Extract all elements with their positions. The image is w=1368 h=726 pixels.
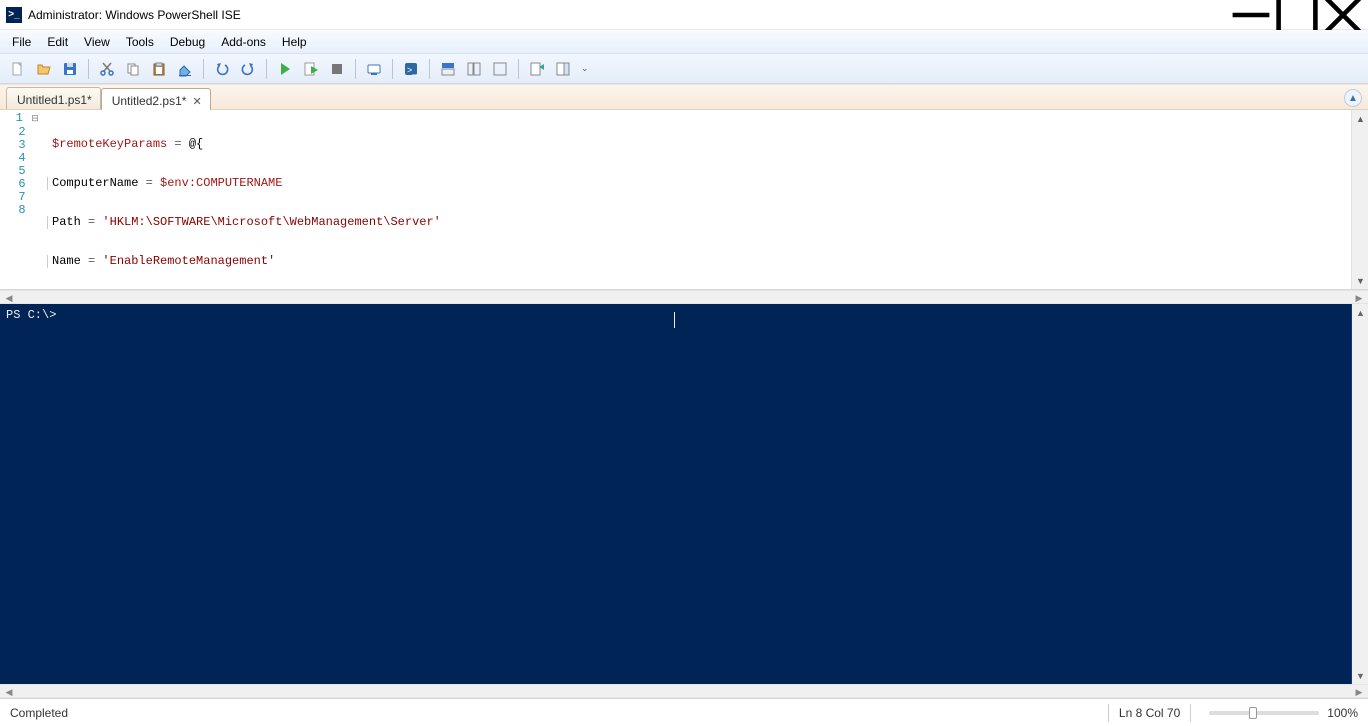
- zoom-level: 100%: [1327, 706, 1358, 720]
- text-cursor-icon: [674, 312, 675, 328]
- scroll-up-icon[interactable]: ▲: [1352, 304, 1368, 321]
- close-tab-icon[interactable]: ✕: [192, 95, 201, 108]
- expand-script-pane-button[interactable]: ▲: [1344, 89, 1362, 107]
- tab-label: Untitled1.ps1*: [17, 93, 92, 107]
- clear-button[interactable]: [173, 57, 197, 81]
- scroll-up-icon[interactable]: ▲: [1352, 110, 1368, 127]
- window-title: Administrator: Windows PowerShell ISE: [28, 8, 241, 22]
- statusbar: Completed Ln 8 Col 70 100%: [0, 698, 1368, 726]
- console[interactable]: PS C:\>: [0, 304, 1351, 684]
- script-editor[interactable]: 1 ⊟ 2 3 4 5 6 7 8 $remoteKeyParams = @{ …: [0, 110, 1368, 290]
- cursor-position: Ln 8 Col 70: [1119, 706, 1180, 720]
- tab-untitled1[interactable]: Untitled1.ps1*: [6, 87, 101, 109]
- zoom-slider[interactable]: [1209, 711, 1319, 715]
- console-scrollbar[interactable]: ▲ ▼: [1351, 304, 1368, 684]
- toolbar-separator: [429, 59, 430, 79]
- toolbar-separator: [203, 59, 204, 79]
- menu-tools[interactable]: Tools: [118, 32, 162, 52]
- toolbar-separator: [266, 59, 267, 79]
- scroll-left-icon[interactable]: ◀: [2, 291, 16, 305]
- copy-button[interactable]: [121, 57, 145, 81]
- menubar: File Edit View Tools Debug Add-ons Help: [0, 30, 1368, 54]
- svg-text:>_: >_: [407, 65, 418, 75]
- console-prompt: PS C:\>: [6, 308, 56, 322]
- tab-label: Untitled2.ps1*: [112, 94, 187, 108]
- scroll-left-icon[interactable]: ◀: [2, 685, 16, 699]
- toolbar-separator: [518, 59, 519, 79]
- toolbar-separator: [88, 59, 89, 79]
- toolbar-separator: [355, 59, 356, 79]
- cut-button[interactable]: [95, 57, 119, 81]
- new-file-button[interactable]: [6, 57, 30, 81]
- titlebar: >_ Administrator: Windows PowerShell ISE: [0, 0, 1368, 30]
- show-script-max-button[interactable]: [488, 57, 512, 81]
- paste-button[interactable]: [147, 57, 171, 81]
- scroll-right-icon[interactable]: ▶: [1352, 685, 1366, 699]
- undo-button[interactable]: [210, 57, 234, 81]
- redo-button[interactable]: [236, 57, 260, 81]
- tab-row: Untitled1.ps1* Untitled2.ps1* ✕ ▲: [0, 84, 1368, 110]
- console-h-scroll[interactable]: ◀ ▶: [0, 684, 1368, 698]
- new-remote-tab-button[interactable]: [362, 57, 386, 81]
- close-button[interactable]: [1320, 0, 1366, 30]
- run-selection-button[interactable]: [299, 57, 323, 81]
- open-file-button[interactable]: [32, 57, 56, 81]
- show-command-button[interactable]: [525, 57, 549, 81]
- minimize-button[interactable]: [1228, 0, 1274, 30]
- show-script-top-button[interactable]: [436, 57, 460, 81]
- scroll-right-icon[interactable]: ▶: [1352, 291, 1366, 305]
- menu-debug[interactable]: Debug: [162, 32, 213, 52]
- show-command-addon-button[interactable]: [551, 57, 575, 81]
- app-icon: >_: [6, 7, 22, 23]
- stop-button[interactable]: [325, 57, 349, 81]
- scroll-down-icon[interactable]: ▼: [1352, 272, 1368, 289]
- toolbar-separator: [392, 59, 393, 79]
- status-text: Completed: [10, 706, 68, 720]
- menu-addons[interactable]: Add-ons: [213, 32, 274, 52]
- menu-file[interactable]: File: [4, 32, 39, 52]
- start-powershell-button[interactable]: >_: [399, 57, 423, 81]
- menu-view[interactable]: View: [76, 32, 118, 52]
- menu-edit[interactable]: Edit: [39, 32, 76, 52]
- toolbar: >_ ⌄: [0, 54, 1368, 84]
- editor-h-scroll[interactable]: ◀ ▶: [0, 290, 1368, 304]
- save-button[interactable]: [58, 57, 82, 81]
- editor-scrollbar[interactable]: ▲ ▼: [1351, 110, 1368, 289]
- maximize-button[interactable]: [1274, 0, 1320, 30]
- code-area[interactable]: $remoteKeyParams = @{ ComputerName = $en…: [46, 110, 1351, 289]
- tab-untitled2[interactable]: Untitled2.ps1* ✕: [101, 88, 211, 110]
- run-script-button[interactable]: [273, 57, 297, 81]
- line-gutter: 1 ⊟ 2 3 4 5 6 7 8: [0, 110, 46, 289]
- menu-help[interactable]: Help: [274, 32, 315, 52]
- console-pane: PS C:\> ▲ ▼: [0, 304, 1368, 684]
- scroll-down-icon[interactable]: ▼: [1352, 667, 1368, 684]
- show-script-right-button[interactable]: [462, 57, 486, 81]
- toolbar-overflow-icon[interactable]: ⌄: [577, 63, 593, 74]
- zoom-thumb[interactable]: [1249, 707, 1257, 719]
